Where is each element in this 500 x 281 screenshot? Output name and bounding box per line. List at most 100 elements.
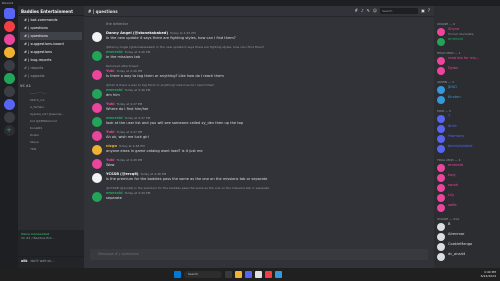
avatar <box>437 184 445 192</box>
voice-user[interactable]: ——·¯¯¯¯— <box>18 90 84 97</box>
taskbar-app-icon[interactable] <box>245 271 252 278</box>
message: @Yuki Is there a way to tag them or anyt… <box>90 83 428 99</box>
author-name[interactable]: Yuki <box>106 69 115 73</box>
voice-user[interactable]: Zuizui <box>18 132 84 139</box>
start-icon[interactable] <box>174 271 181 278</box>
server-name[interactable]: Baddies Entertainment <box>18 6 84 16</box>
avatar[interactable] <box>92 159 102 169</box>
member-item[interactable]: JENO <box>434 85 500 95</box>
message: @Danny Angel (@stoneksbaked) In the new … <box>90 45 428 61</box>
member-item[interactable]: read bio for mo... <box>434 56 500 66</box>
avatar[interactable] <box>92 32 102 42</box>
avatar[interactable] <box>92 89 102 99</box>
server-icon[interactable] <box>3 34 15 45</box>
member-item[interactable]: sofia <box>434 203 500 213</box>
members-icon[interactable]: ☺ <box>373 8 377 14</box>
member-item[interactable]: Dylan <box>434 66 500 76</box>
taskbar-app-icon[interactable] <box>225 271 232 278</box>
voice-user[interactable]: 7KN <box>18 146 84 153</box>
author-name[interactable]: emerald <box>106 191 123 195</box>
channel-item[interactable]: # | bot-commands <box>20 16 82 24</box>
inbox-icon[interactable]: ▣ <box>421 8 425 14</box>
voice-user-list: ——·¯¯¯¯— Stitch_ica A_farhani Ayanka_Girl @… <box>18 90 84 153</box>
channel-item[interactable]: # | appeals <box>20 72 82 80</box>
member-item[interactable]: Kirsten <box>434 95 500 105</box>
member-item[interactable]: Airenmar <box>434 232 500 242</box>
member-item[interactable]: dc_ana44 <box>434 252 500 262</box>
voice-user[interactable]: A_farhani <box>18 104 84 111</box>
member-item[interactable]: emerald <box>434 163 500 173</box>
taskbar-clock[interactable]: 4:49 PM 6/24/2024 <box>481 270 496 278</box>
voice-category[interactable]: VC #1 <box>18 83 84 90</box>
member-name: dc_ana44 <box>448 252 466 256</box>
author-name[interactable]: Danny Angel (@stoneksbaked) <box>106 31 168 35</box>
member-item[interactable]: CookieMango <box>434 242 500 252</box>
message: Yuki Today at 4:47 PM Where do I find him/… <box>90 102 428 113</box>
channel-item[interactable]: # | questions <box>20 24 82 32</box>
member-item[interactable]: T <box>434 114 500 124</box>
avatar <box>437 125 445 133</box>
member-item[interactable]: dtrnt <box>434 124 500 134</box>
member-item[interactable]: holy <box>434 173 500 183</box>
author-name[interactable]: emerald <box>106 50 123 54</box>
taskbar-app-icon[interactable] <box>255 271 262 278</box>
server-icon[interactable] <box>3 73 15 84</box>
member-item[interactable]: Harmony <box>434 134 500 144</box>
timestamp: Today at 4:47 PM <box>124 116 151 120</box>
avatar[interactable] <box>92 192 102 202</box>
channel-item[interactable]: # | reports <box>20 64 82 72</box>
add-server-icon[interactable]: + <box>3 125 15 136</box>
member-name: sofia <box>448 203 457 207</box>
author-name[interactable]: emerald <box>106 116 123 120</box>
taskbar-app-icon[interactable] <box>235 271 242 278</box>
author-name[interactable]: emerald <box>106 88 123 92</box>
member-item[interactable]: Shyne Hi mom Ima baddie <box>434 27 500 37</box>
author-name[interactable]: nicgo <box>106 144 117 148</box>
avatar[interactable] <box>92 173 102 183</box>
author-name[interactable]: Yuki <box>106 130 115 134</box>
author-name[interactable]: YCSSB (@ercq6) <box>106 172 138 176</box>
voice-user[interactable]: bot @KMSRemind <box>18 118 84 125</box>
voice-user[interactable]: Ayanka_Girl @wendy... <box>18 111 84 118</box>
avatar[interactable] <box>92 131 102 141</box>
channel-item[interactable]: # | suggestions <box>20 48 82 56</box>
voice-user[interactable]: Stitch_ica <box>18 97 84 104</box>
message-input[interactable]: Message # | questions <box>90 249 428 260</box>
member-item[interactable]: sarah <box>434 183 500 193</box>
member-item[interactable]: bernie&dabot <box>434 144 500 154</box>
author-name[interactable]: Yuki <box>106 158 115 162</box>
member-item[interactable]: Lily <box>434 193 500 203</box>
bell-icon[interactable]: ♪ <box>361 8 364 14</box>
channel-item[interactable]: # | suggestions-board <box>20 40 82 48</box>
avatar[interactable] <box>92 117 102 127</box>
avatar[interactable] <box>92 103 102 113</box>
taskbar-app-icon[interactable] <box>275 271 282 278</box>
search-input[interactable]: Search <box>380 8 419 14</box>
server-icon[interactable] <box>3 112 15 123</box>
member-name: emerald <box>448 163 463 167</box>
taskbar-app-icon[interactable] <box>265 271 272 278</box>
timestamp: Today at 4:45 PM <box>169 31 196 35</box>
server-icon[interactable] <box>3 86 15 97</box>
server-icon[interactable] <box>3 60 15 71</box>
home-icon[interactable] <box>3 8 15 19</box>
threads-icon[interactable]: # <box>355 8 358 14</box>
pin-icon[interactable]: ✎ <box>367 8 370 14</box>
voice-user[interactable]: KunalRS <box>18 125 84 132</box>
member-item[interactable]: emerald <box>434 37 500 47</box>
avatar[interactable] <box>92 51 102 61</box>
server-icon[interactable] <box>3 21 15 32</box>
author-name[interactable]: Yuki <box>106 102 115 106</box>
clock-date: 6/24/2024 <box>480 274 496 278</box>
user-panel[interactable]: olik don't wait on... <box>18 256 84 268</box>
server-icon[interactable] <box>3 47 15 58</box>
server-icon[interactable] <box>3 99 15 110</box>
taskbar-search[interactable]: Search <box>184 271 222 278</box>
avatar[interactable] <box>92 70 102 80</box>
channel-item[interactable]: # | bug-reports <box>20 56 82 64</box>
member-item[interactable]: B <box>434 222 500 232</box>
voice-user[interactable]: Steve <box>18 139 84 146</box>
channel-item[interactable]: # | questions <box>20 32 82 40</box>
avatar[interactable] <box>92 145 102 155</box>
help-icon[interactable]: ? <box>428 8 430 14</box>
